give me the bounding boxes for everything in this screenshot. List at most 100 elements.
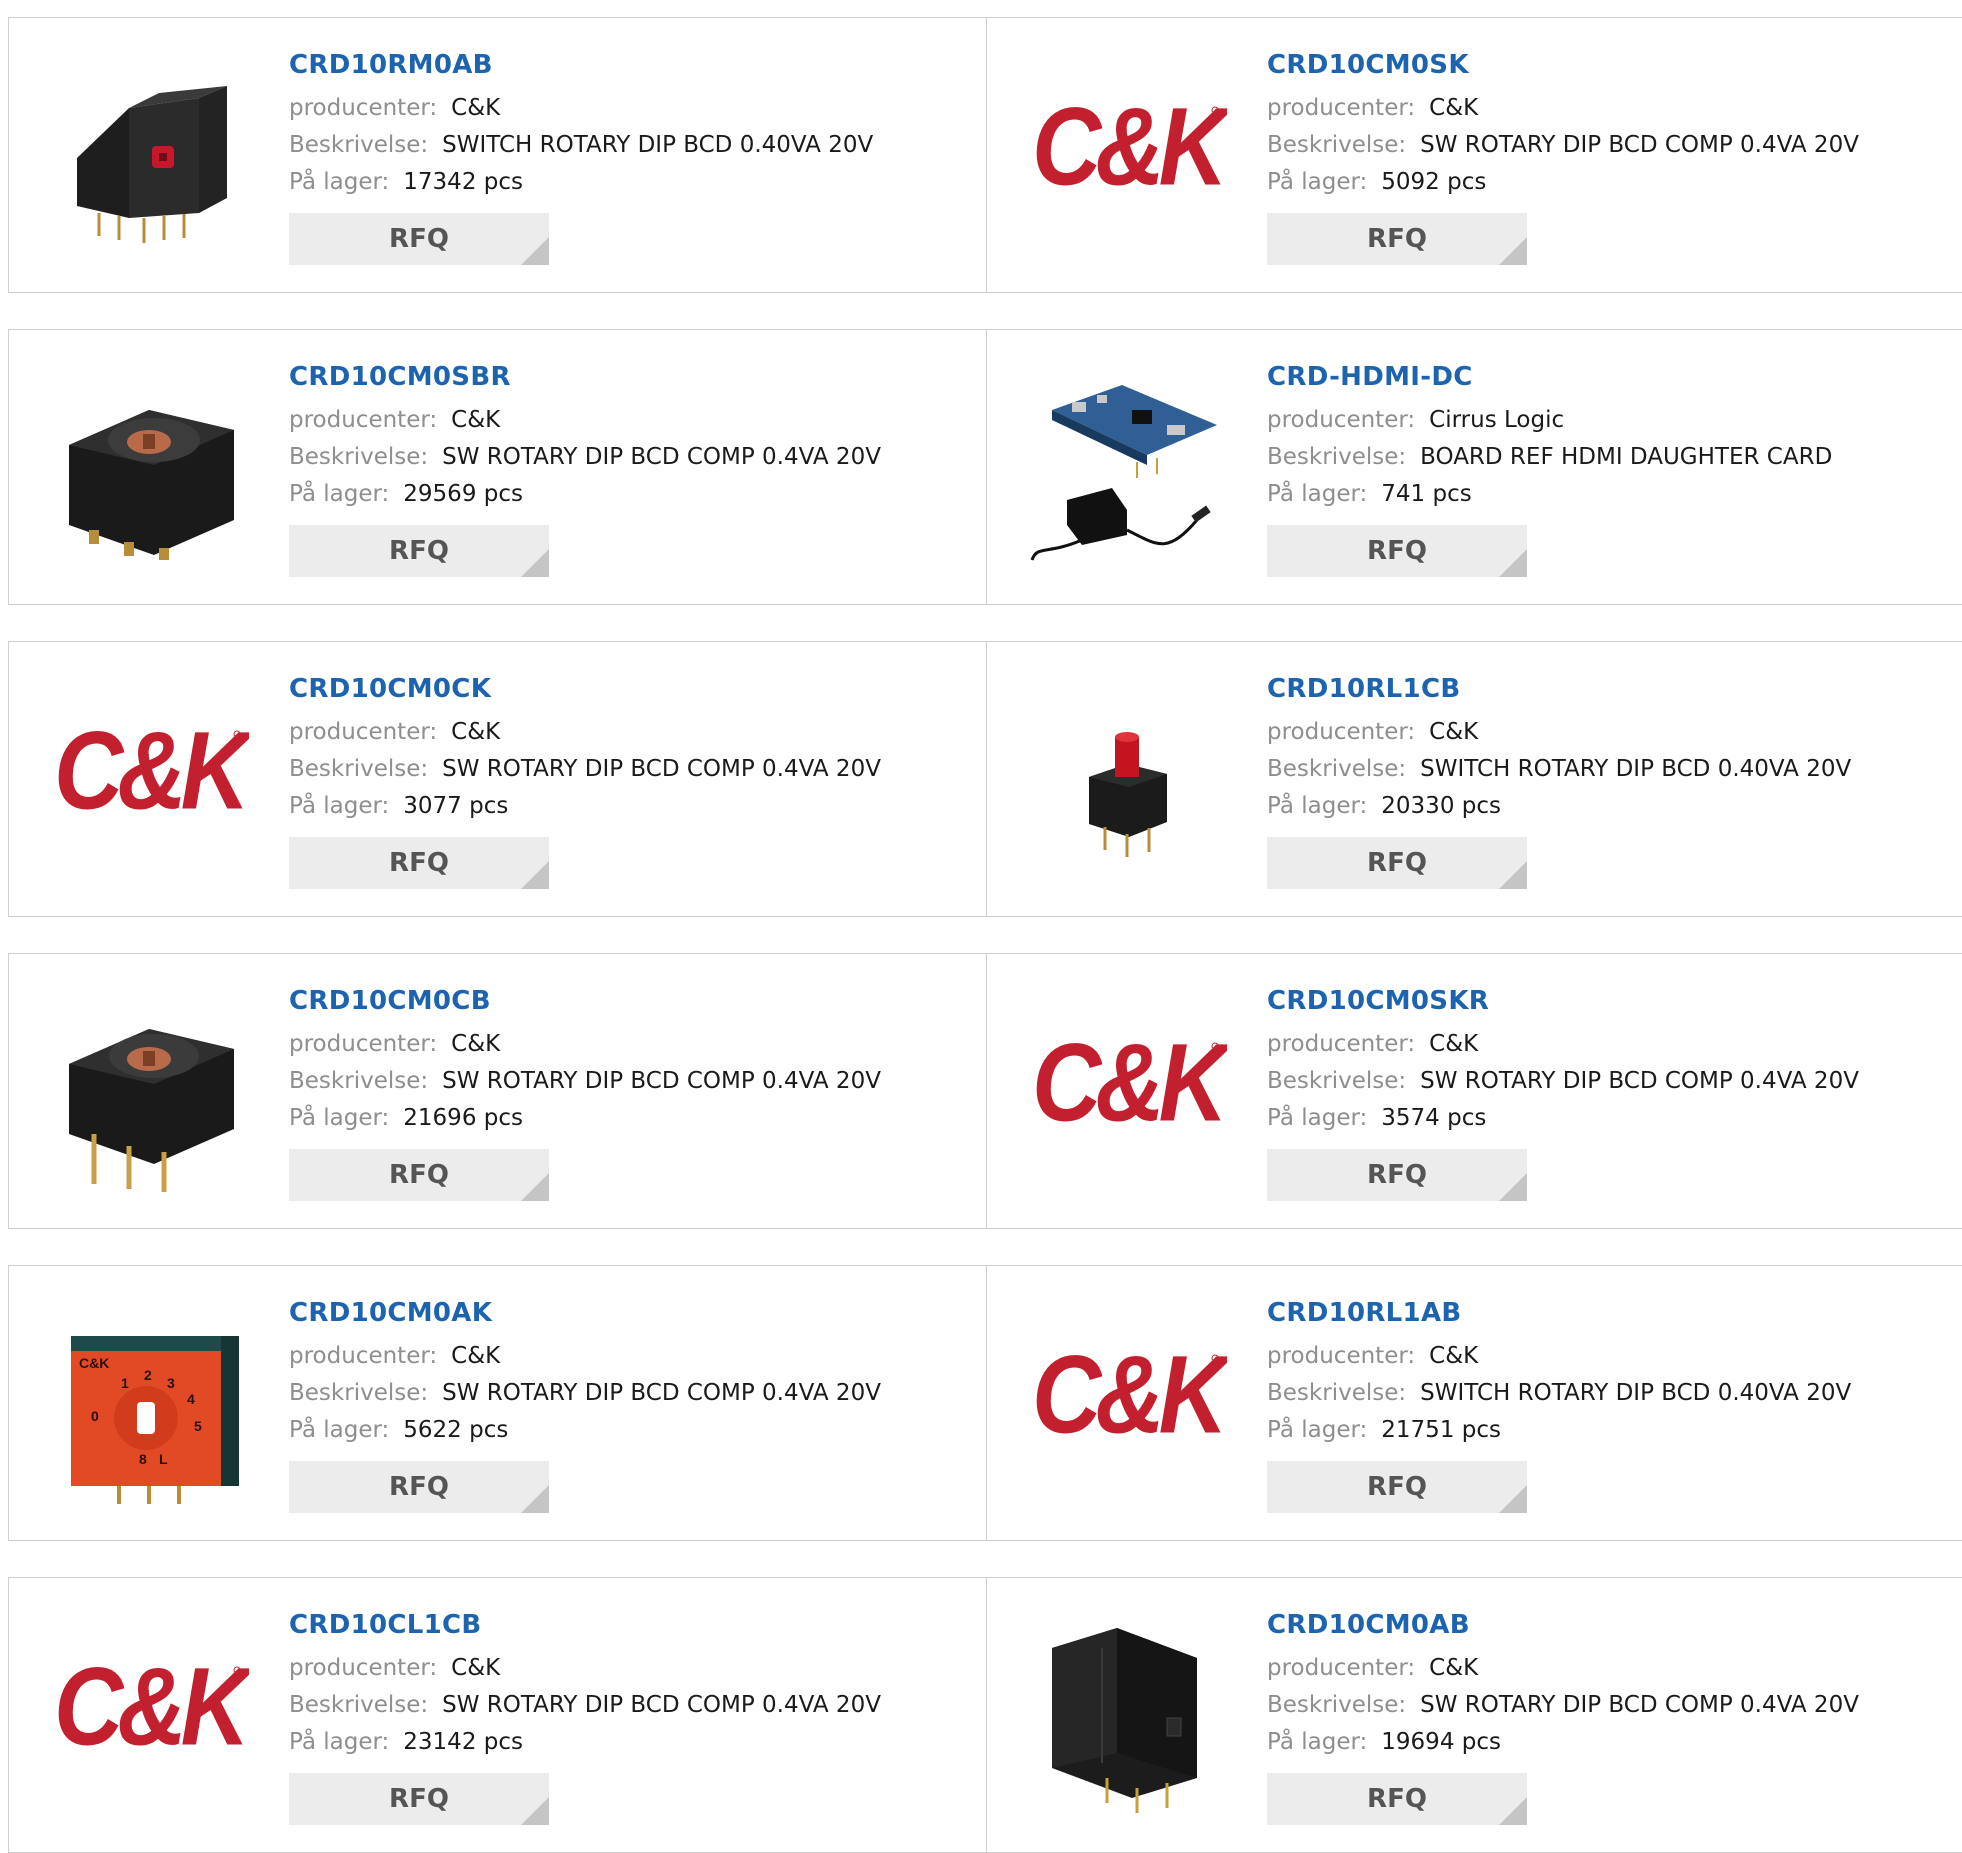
rfq-label: RFQ <box>389 1784 449 1814</box>
manufacturer-row: producenter: C&K <box>1267 1026 1962 1063</box>
stock-value: 741 pcs <box>1381 481 1472 507</box>
product-info: CRD10RL1CB producenter: C&K Beskrivelse: S… <box>1267 672 1962 889</box>
stock-row: På lager: 3077 pcs <box>289 788 977 825</box>
product-part-link[interactable]: CRD10CM0SBR <box>289 360 977 394</box>
product-part-link[interactable]: CRD10CM0AB <box>1267 1608 1962 1642</box>
product-card: C&K CRD10CM0CK producenter: C&K Beskrivel… <box>8 641 988 917</box>
description-value: SW ROTARY DIP BCD COMP 0.4VA 20V <box>442 1068 881 1094</box>
description-row: Beskrivelse: SW ROTARY DIP BCD COMP 0.4VA… <box>289 1375 977 1412</box>
rotary-switch-red-shaft-image[interactable] <box>1027 682 1227 882</box>
ck-logo[interactable]: C&K <box>1027 1306 1227 1506</box>
manufacturer-value: C&K <box>451 407 501 433</box>
manufacturer-row: producenter: C&K <box>289 714 977 751</box>
stock-label: På lager: <box>1267 1105 1368 1131</box>
stock-value: 19694 pcs <box>1381 1729 1501 1755</box>
stock-label: På lager: <box>289 793 390 819</box>
rfq-button[interactable]: RFQ <box>1267 837 1527 889</box>
manufacturer-value: C&K <box>1429 719 1479 745</box>
manufacturer-label: producenter: <box>1267 1655 1416 1681</box>
manufacturer-value: C&K <box>1429 1031 1479 1057</box>
product-part-link[interactable]: CRD10RM0AB <box>289 48 977 82</box>
rfq-button[interactable]: RFQ <box>289 1461 549 1513</box>
description-row: Beskrivelse: SW ROTARY DIP BCD COMP 0.4VA… <box>1267 1687 1962 1724</box>
description-value: SW ROTARY DIP BCD COMP 0.4VA 20V <box>1420 132 1859 158</box>
product-part-link[interactable]: CRD-HDMI-DC <box>1267 360 1962 394</box>
manufacturer-label: producenter: <box>1267 95 1416 121</box>
rotary-switch-through-hole-image[interactable] <box>49 994 249 1194</box>
product-part-link[interactable]: CRD10CM0AK <box>289 1296 977 1330</box>
ck-logo[interactable]: C&K <box>1027 58 1227 258</box>
right-angle-dip-switch-image[interactable] <box>49 58 249 258</box>
rfq-corner-decoration <box>1499 237 1527 265</box>
description-row: Beskrivelse: BOARD REF HDMI DAUGHTER CARD <box>1267 439 1962 476</box>
svg-text:8: 8 <box>139 1451 147 1467</box>
product-part-link[interactable]: CRD10CM0CB <box>289 984 977 1018</box>
ck-logo[interactable]: C&K <box>49 1618 249 1818</box>
rfq-corner-decoration <box>521 549 549 577</box>
product-info: CRD10CM0CK producenter: C&K Beskrivelse: S… <box>289 672 977 889</box>
description-value: SW ROTARY DIP BCD COMP 0.4VA 20V <box>1420 1692 1859 1718</box>
ck-logo[interactable]: C&K <box>1027 994 1227 1194</box>
manufacturer-value: C&K <box>1429 95 1479 121</box>
description-value: SW ROTARY DIP BCD COMP 0.4VA 20V <box>442 756 881 782</box>
rfq-button[interactable]: RFQ <box>1267 1149 1527 1201</box>
product-part-link[interactable]: CRD10CM0SKR <box>1267 984 1962 1018</box>
description-label: Beskrivelse: <box>1267 132 1407 158</box>
rfq-button[interactable]: RFQ <box>289 1773 549 1825</box>
rotary-switch-red-shaft-photo <box>1089 732 1167 857</box>
product-card: CRD10CM0AB producenter: C&K Beskrivelse: S… <box>986 1577 1962 1853</box>
manufacturer-row: producenter: C&K <box>1267 1650 1962 1687</box>
rotary-switch-smd-image[interactable] <box>49 370 249 570</box>
manufacturer-label: producenter: <box>289 1655 438 1681</box>
rfq-button[interactable]: RFQ <box>289 1149 549 1201</box>
rfq-label: RFQ <box>1367 536 1427 566</box>
description-label: Beskrivelse: <box>289 756 429 782</box>
stock-row: På lager: 29569 pcs <box>289 476 977 513</box>
ck-logo[interactable]: C&K <box>49 682 249 882</box>
manufacturer-label: producenter: <box>1267 407 1416 433</box>
stock-value: 3574 pcs <box>1381 1105 1487 1131</box>
stock-row: På lager: 5092 pcs <box>1267 164 1962 201</box>
stock-row: På lager: 19694 pcs <box>1267 1724 1962 1761</box>
stock-label: På lager: <box>1267 481 1368 507</box>
stock-label: På lager: <box>289 481 390 507</box>
rfq-label: RFQ <box>1367 1784 1427 1814</box>
rfq-label: RFQ <box>1367 1160 1427 1190</box>
stock-label: På lager: <box>289 169 390 195</box>
rfq-button[interactable]: RFQ <box>1267 525 1527 577</box>
product-card: C&K CRD10CM0SKR producenter: C&K Beskrive… <box>986 953 1962 1229</box>
svg-text:0: 0 <box>91 1408 99 1424</box>
product-part-link[interactable]: CRD10CM0SK <box>1267 48 1962 82</box>
product-part-link[interactable]: CRD10CL1CB <box>289 1608 977 1642</box>
description-label: Beskrivelse: <box>1267 1380 1407 1406</box>
stock-label: På lager: <box>1267 169 1368 195</box>
rfq-button[interactable]: RFQ <box>289 525 549 577</box>
rfq-button[interactable]: RFQ <box>1267 213 1527 265</box>
rfq-corner-decoration <box>1499 1173 1527 1201</box>
manufacturer-label: producenter: <box>289 95 438 121</box>
manufacturer-value: C&K <box>451 1343 501 1369</box>
description-row: Beskrivelse: SW ROTARY DIP BCD COMP 0.4VA… <box>289 439 977 476</box>
product-card: C&K CRD10RL1AB producenter: C&K Beskrivel… <box>986 1265 1962 1541</box>
svg-text:C&K: C&K <box>1032 1020 1227 1144</box>
product-part-link[interactable]: CRD10CM0CK <box>289 672 977 706</box>
description-value: SW ROTARY DIP BCD COMP 0.4VA 20V <box>442 1380 881 1406</box>
product-part-link[interactable]: CRD10RL1AB <box>1267 1296 1962 1330</box>
orange-rotary-switch-image[interactable]: C&K 1 2 3 4 5 0 8 L <box>49 1306 249 1506</box>
product-card: C&K 1 2 3 4 5 0 8 L CRD10CM0AK producenter: C&K B… <box>8 1265 988 1541</box>
svg-text:C&K: C&K <box>54 1644 249 1768</box>
rfq-button[interactable]: RFQ <box>1267 1773 1527 1825</box>
rfq-button[interactable]: RFQ <box>289 837 549 889</box>
hdmi-board-with-adapter-image[interactable] <box>1027 370 1227 570</box>
black-right-angle-switch-image[interactable] <box>1027 1618 1227 1818</box>
manufacturer-row: producenter: C&K <box>289 402 977 439</box>
manufacturer-row: producenter: C&K <box>289 1338 977 1375</box>
description-label: Beskrivelse: <box>1267 444 1407 470</box>
rfq-button[interactable]: RFQ <box>1267 1461 1527 1513</box>
rfq-button[interactable]: RFQ <box>289 213 549 265</box>
stock-value: 21751 pcs <box>1381 1417 1501 1443</box>
product-info: CRD10CM0AK producenter: C&K Beskrivelse: S… <box>289 1296 977 1513</box>
product-part-link[interactable]: CRD10RL1CB <box>1267 672 1962 706</box>
product-info: CRD10RL1AB producenter: C&K Beskrivelse: S… <box>1267 1296 1962 1513</box>
rfq-label: RFQ <box>1367 224 1427 254</box>
